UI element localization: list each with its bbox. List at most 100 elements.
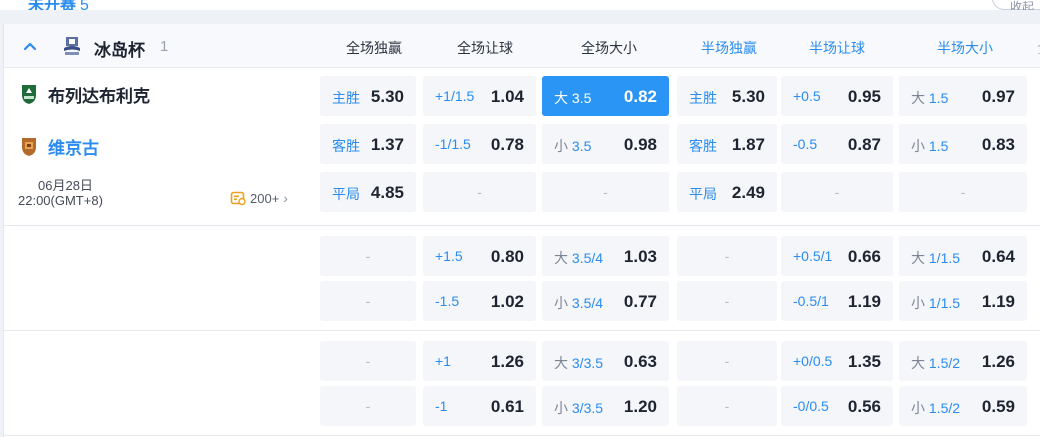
odds-empty: - bbox=[960, 184, 966, 200]
odds-value: 1.35 bbox=[847, 352, 881, 371]
odds-cell-half-total: - bbox=[899, 172, 1027, 212]
odds-label: 平局 bbox=[689, 186, 717, 202]
odds-value: 1.03 bbox=[623, 247, 657, 266]
odds-value: 0.87 bbox=[847, 135, 881, 154]
chevron-up-icon[interactable] bbox=[22, 38, 38, 54]
odds-value: 0.61 bbox=[490, 397, 524, 416]
away-team-crest-icon bbox=[22, 138, 36, 156]
odds-label: +1/1.5 bbox=[435, 88, 475, 104]
odds-value: 0.64 bbox=[981, 247, 1015, 266]
group-divider bbox=[4, 330, 1040, 331]
league-match-count: 1 bbox=[160, 38, 169, 55]
odds-value: 1.20 bbox=[623, 397, 657, 416]
odds-label: 客胜 bbox=[332, 138, 360, 154]
odds-cell-full-win[interactable]: 主胜 5.30 bbox=[320, 76, 416, 116]
odds-label: 大 1/1.5 bbox=[911, 250, 961, 266]
odds-cell-full-win: - bbox=[320, 281, 416, 321]
odds-value: 0.95 bbox=[847, 87, 881, 106]
odds-cell-half-total[interactable]: 大 1.5 0.97 bbox=[899, 76, 1027, 116]
odds-cell-full-handicap[interactable]: +1/1.5 1.04 bbox=[423, 76, 536, 116]
odds-value: 1.19 bbox=[981, 292, 1015, 311]
odds-label: 小 3/3.5 bbox=[554, 400, 604, 416]
odds-empty: - bbox=[365, 353, 371, 369]
home-team-crest-icon bbox=[22, 85, 36, 104]
previous-section-label: 未开赛 bbox=[28, 0, 77, 10]
odds-value: 0.77 bbox=[623, 292, 657, 311]
odds-label: 大 1.5 bbox=[911, 90, 949, 106]
odds-label: 大 3.5 bbox=[554, 90, 592, 106]
odds-cell-full-win[interactable]: 客胜 1.37 bbox=[320, 124, 416, 164]
odds-cell-full-win: - bbox=[320, 341, 416, 381]
odds-label: +1 bbox=[435, 353, 451, 369]
odds-cell-full-handicap[interactable]: -1/1.5 0.78 bbox=[423, 124, 536, 164]
odds-cell-half-win: - bbox=[677, 281, 777, 321]
more-markets-count: 200+ bbox=[250, 190, 280, 206]
odds-cell-half-handicap[interactable]: -0.5/1 1.19 bbox=[781, 281, 893, 321]
league-name[interactable]: 冰岛杯 bbox=[94, 36, 145, 61]
odds-empty: - bbox=[365, 398, 371, 414]
odds-label: 小 1.5 bbox=[911, 138, 949, 154]
odds-empty: - bbox=[603, 184, 608, 200]
odds-value: 0.56 bbox=[847, 397, 881, 416]
odds-cell-half-win: - bbox=[677, 386, 777, 426]
col-full-win: 全场独赢 bbox=[346, 40, 402, 56]
odds-cell-full-total[interactable]: 大 3/3.5 0.63 bbox=[542, 341, 669, 381]
odds-cell-half-total[interactable]: 大 1/1.5 0.64 bbox=[899, 236, 1027, 276]
odds-value: 0.97 bbox=[981, 87, 1015, 106]
odds-empty: - bbox=[724, 293, 730, 309]
odds-value: 5.30 bbox=[370, 87, 404, 106]
odds-cell-full-handicap[interactable]: -1.5 1.02 bbox=[423, 281, 536, 321]
odds-label: -0.5/1 bbox=[793, 293, 829, 309]
group-divider bbox=[4, 435, 1040, 436]
home-team-name: 布列达布利克 bbox=[48, 86, 150, 106]
odds-label: +0.5/1 bbox=[793, 248, 833, 264]
home-team[interactable]: 布列达布利克 bbox=[20, 82, 150, 106]
col-full-handicap: 全场让球 bbox=[457, 40, 513, 56]
previous-section-title[interactable]: 未开赛 5 bbox=[28, 0, 89, 10]
more-markets-link[interactable]: 200+ › bbox=[230, 190, 288, 206]
odds-cell-half-handicap[interactable]: -0/0.5 0.56 bbox=[781, 386, 893, 426]
odds-cell-half-total[interactable]: 小 1/1.5 1.19 bbox=[899, 281, 1027, 321]
previous-section-strip: 未开赛 5 收起 bbox=[0, 0, 1040, 10]
odds-cell-full-handicap[interactable]: -1 0.61 bbox=[423, 386, 536, 426]
odds-cell-half-win[interactable]: 客胜 1.87 bbox=[677, 124, 777, 164]
odds-cell-half-win[interactable]: 主胜 5.30 bbox=[677, 76, 777, 116]
odds-value: 0.59 bbox=[981, 397, 1015, 416]
markets-icon bbox=[230, 191, 246, 206]
odds-cell-full-handicap: - bbox=[423, 172, 536, 212]
odds-cell-full-handicap[interactable]: +1 1.26 bbox=[423, 341, 536, 381]
odds-cell-full-handicap[interactable]: +1.5 0.80 bbox=[423, 236, 536, 276]
odds-label: -1/1.5 bbox=[435, 136, 471, 152]
previous-section-count: 5 bbox=[80, 0, 89, 10]
odds-cell-half-total[interactable]: 大 1.5/2 1.26 bbox=[899, 341, 1027, 381]
odds-empty: - bbox=[834, 184, 840, 200]
odds-value: 0.82 bbox=[623, 87, 657, 106]
odds-cell-half-handicap[interactable]: +0.5 0.95 bbox=[781, 76, 893, 116]
away-team[interactable]: 维京古 bbox=[20, 134, 99, 158]
odds-empty: - bbox=[365, 293, 371, 309]
odds-label: +0/0.5 bbox=[793, 353, 833, 369]
odds-cell-full-win[interactable]: 平局 4.85 bbox=[320, 172, 416, 212]
league-panel: 冰岛杯 1 全场独赢 全场让球 全场大小 半场独赢 半场让球 半场大小 全 布列… bbox=[3, 24, 1040, 437]
collapse-all-button[interactable]: 收起 bbox=[992, 0, 1040, 10]
odds-cell-full-total[interactable]: 小 3/3.5 1.20 bbox=[542, 386, 669, 426]
odds-cell-half-handicap[interactable]: +0.5/1 0.66 bbox=[781, 236, 893, 276]
col-half-win: 半场独赢 bbox=[701, 40, 757, 56]
odds-cell-half-handicap[interactable]: +0/0.5 1.35 bbox=[781, 341, 893, 381]
odds-cell-half-total[interactable]: 小 1.5 0.83 bbox=[899, 124, 1027, 164]
odds-label: +0.5 bbox=[793, 88, 821, 104]
odds-label: +1.5 bbox=[435, 248, 463, 264]
odds-cell-full-total[interactable]: 小 3.5/4 0.77 bbox=[542, 281, 669, 321]
odds-label: 小 3.5 bbox=[554, 138, 592, 154]
odds-label: 小 1/1.5 bbox=[911, 295, 961, 311]
odds-label: 大 3.5/4 bbox=[554, 250, 604, 266]
odds-value: 4.85 bbox=[370, 183, 404, 202]
odds-cell-full-total[interactable]: 小 3.5 0.98 bbox=[542, 124, 669, 164]
away-team-name: 维京古 bbox=[48, 138, 99, 158]
odds-cell-half-win[interactable]: 平局 2.49 bbox=[677, 172, 777, 212]
odds-cell-full-total[interactable]: 大 3.5 0.82 bbox=[542, 76, 669, 116]
odds-cell-half-total[interactable]: 小 1.5/2 0.59 bbox=[899, 386, 1027, 426]
odds-cell-half-handicap[interactable]: -0.5 0.87 bbox=[781, 124, 893, 164]
odds-empty: - bbox=[477, 184, 482, 200]
odds-cell-full-total[interactable]: 大 3.5/4 1.03 bbox=[542, 236, 669, 276]
